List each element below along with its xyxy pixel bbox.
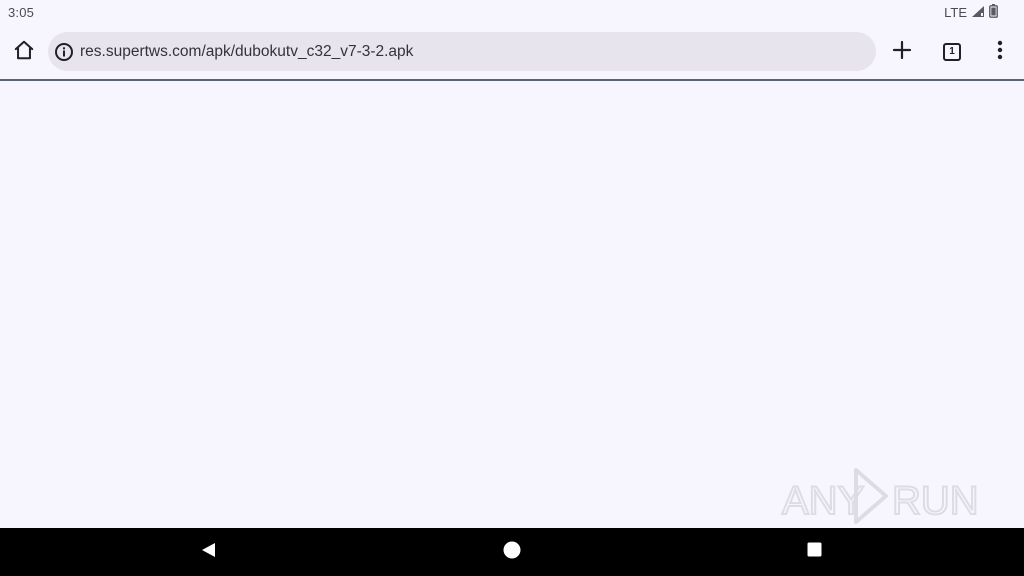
status-bar: 3:05 LTE [0, 0, 1024, 24]
network-type: LTE [944, 5, 967, 20]
screen: 3:05 LTE res.supertws.com/apk/dubokutv_c… [0, 0, 1024, 576]
plus-icon [892, 40, 912, 65]
address-bar[interactable]: res.supertws.com/apk/dubokutv_c32_v7-3-2… [48, 32, 876, 71]
battery-icon [989, 4, 998, 21]
back-triangle-icon [200, 542, 216, 563]
nav-back-button[interactable] [192, 536, 224, 568]
tab-switcher-icon: 1 [943, 43, 961, 61]
signal-icon [971, 5, 985, 21]
url-text[interactable]: res.supertws.com/apk/dubokutv_c32_v7-3-2… [80, 43, 413, 61]
svg-text:ANY: ANY [782, 479, 864, 523]
nav-recents-button[interactable] [798, 536, 830, 568]
status-time: 3:05 [8, 5, 35, 20]
tab-switcher-button[interactable]: 1 [932, 32, 972, 72]
home-button[interactable] [4, 32, 44, 72]
svg-text:RUN: RUN [892, 479, 979, 523]
info-icon[interactable] [54, 42, 74, 62]
menu-button[interactable] [980, 32, 1020, 72]
nav-home-button[interactable] [496, 536, 528, 568]
recents-square-icon [807, 542, 822, 562]
navigation-bar [0, 528, 1024, 576]
page-content [0, 81, 1024, 528]
status-icons: LTE [944, 4, 998, 21]
browser-toolbar: res.supertws.com/apk/dubokutv_c32_v7-3-2… [0, 24, 1024, 81]
watermark-logo: ANY RUN [780, 464, 980, 528]
new-tab-button[interactable] [882, 32, 922, 72]
more-vert-icon [997, 40, 1003, 65]
home-circle-icon [503, 541, 521, 564]
home-icon [13, 39, 35, 66]
